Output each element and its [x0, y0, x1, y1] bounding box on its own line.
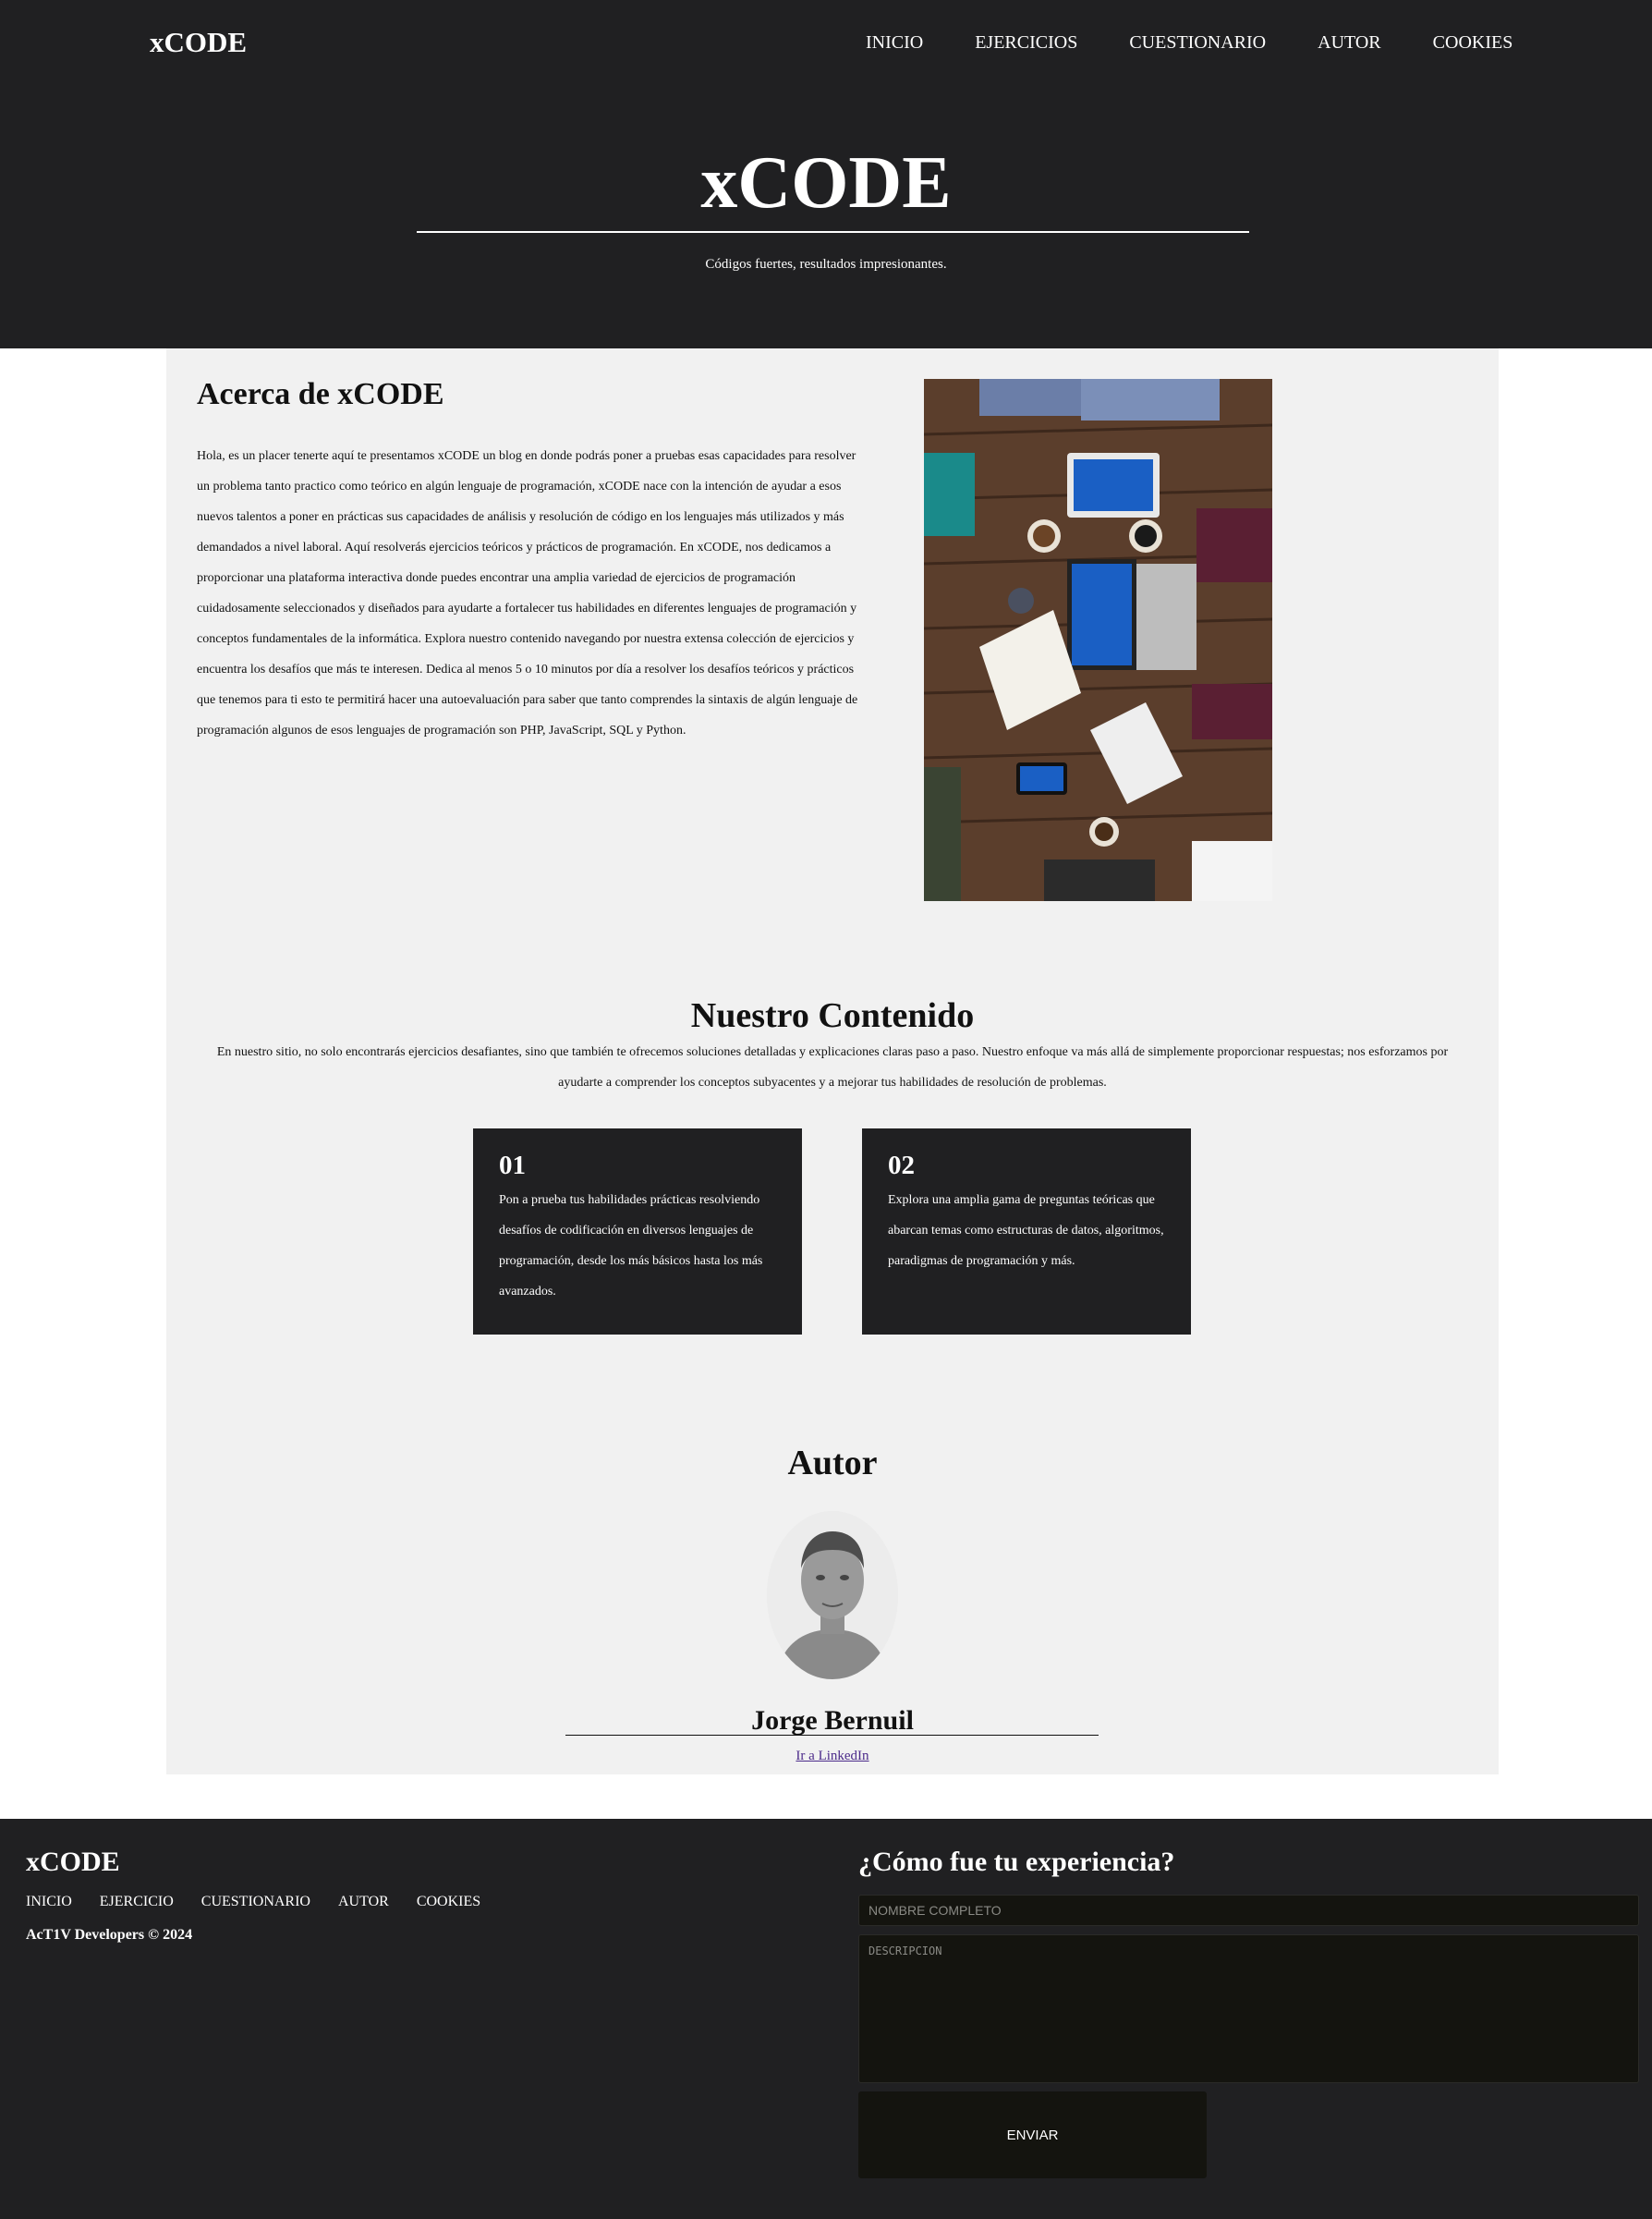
author-link-wrapper: Ir a LinkedIn [166, 1749, 1499, 1764]
content-card-02: 02 Explora una amplia gama de preguntas … [862, 1128, 1191, 1335]
author-title: Autor [787, 1444, 878, 1482]
description-textarea[interactable] [858, 1934, 1639, 2083]
about-text: Hola, es un placer tenerte aquí te prese… [197, 449, 858, 738]
brand-logo[interactable]: xCODE [150, 26, 247, 59]
footer-nav: INICIO EJERCICIO CUESTIONARIO AUTOR COOK… [26, 1894, 508, 1910]
team-desk-photo [924, 379, 1272, 901]
footer-nav-inicio[interactable]: INICIO [26, 1894, 72, 1910]
content-text: En nuestro sitio, no solo encontrarás ej… [216, 1045, 1449, 1090]
hero-title: xCODE [700, 142, 952, 224]
author-divider [565, 1735, 1099, 1736]
submit-button[interactable]: ENVIAR [858, 2091, 1207, 2178]
content-title: Nuestro Contenido [690, 996, 975, 1035]
card-number: 01 [499, 1151, 526, 1180]
hero-subtitle: Códigos fuertes, resultados impresionant… [705, 257, 947, 272]
footer-nav-cuestionario[interactable]: CUESTIONARIO [201, 1894, 310, 1910]
site-footer: xCODE INICIO EJERCICIO CUESTIONARIO AUTO… [0, 1819, 1652, 2219]
footer-nav-autor[interactable]: AUTOR [338, 1894, 389, 1910]
nav-autor[interactable]: AUTOR [1318, 32, 1381, 54]
site-header: xCODE INICIO EJERCICIOS CUESTIONARIO AUT… [0, 0, 1652, 348]
about-title: Acerca de xCODE [197, 377, 444, 411]
hero-divider [417, 231, 1249, 233]
footer-nav-ejercicio[interactable]: EJERCICIO [100, 1894, 174, 1910]
content-card-01: 01 Pon a prueba tus habilidades práctica… [473, 1128, 802, 1335]
nav-cookies[interactable]: COOKIES [1433, 32, 1513, 54]
author-avatar [767, 1511, 898, 1679]
footer-copyright: AcT1V Developers © 2024 [26, 1927, 193, 1943]
feedback-form-title: ¿Cómo fue tu experiencia? [858, 1847, 1175, 1877]
main-content: Acerca de xCODE Hola, es un placer tener… [166, 348, 1499, 1774]
footer-brand[interactable]: xCODE [26, 1847, 120, 1878]
nav-cuestionario[interactable]: CUESTIONARIO [1129, 32, 1266, 54]
footer-nav-cookies[interactable]: COOKIES [417, 1894, 480, 1910]
linkedin-link[interactable]: Ir a LinkedIn [796, 1749, 869, 1763]
author-name: Jorge Bernuil [751, 1705, 914, 1736]
full-name-input[interactable] [858, 1895, 1639, 1926]
card-text: Explora una amplia gama de preguntas teó… [888, 1193, 1164, 1268]
card-number: 02 [888, 1151, 915, 1180]
card-text: Pon a prueba tus habilidades prácticas r… [499, 1193, 763, 1298]
nav-ejercicios[interactable]: EJERCICIOS [975, 32, 1077, 54]
nav-inicio[interactable]: INICIO [866, 32, 923, 54]
main-nav: INICIO EJERCICIOS CUESTIONARIO AUTOR COO… [866, 32, 1564, 54]
